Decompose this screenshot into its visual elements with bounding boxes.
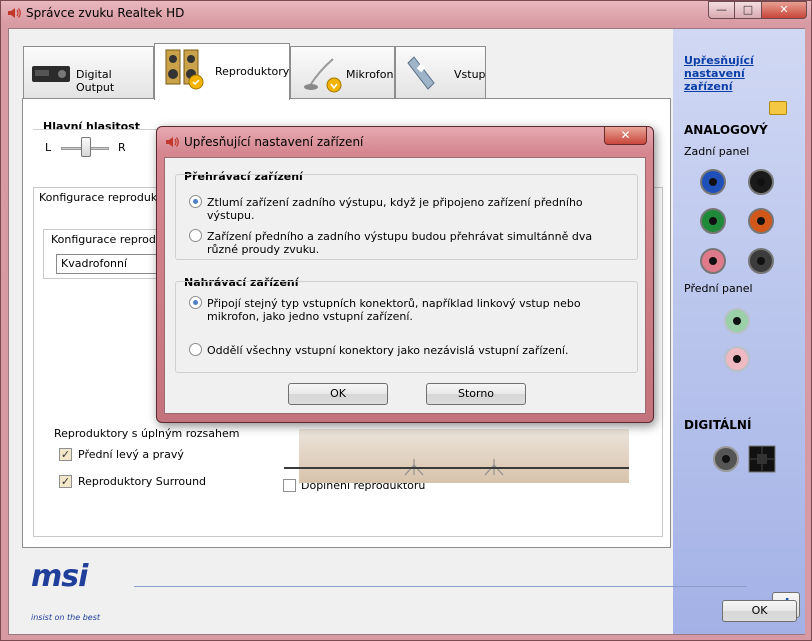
- recording-section: [175, 281, 638, 373]
- advanced-settings-link[interactable]: Upřesňující nastavení zařízení: [684, 54, 794, 93]
- back-panel-label: Zadní panel: [684, 145, 750, 158]
- dialog-ok-button[interactable]: OK: [288, 383, 388, 405]
- brand-tagline: insist on the best: [31, 613, 101, 622]
- divider: [33, 129, 173, 130]
- digital-header: DIGITÁLNÍ: [684, 418, 752, 432]
- front-lr-checkbox[interactable]: ✓: [59, 448, 72, 461]
- tab-mikrofon[interactable]: Mikrofon: [290, 46, 395, 98]
- jack-gray[interactable]: [748, 248, 774, 274]
- jack-black[interactable]: [748, 169, 774, 195]
- speaker-stage: [299, 429, 629, 483]
- maximize-button[interactable]: □: [735, 1, 762, 19]
- jack-blue[interactable]: [700, 169, 726, 195]
- minimize-button[interactable]: —: [708, 1, 735, 19]
- optical-port-icon[interactable]: [748, 445, 776, 473]
- playback-option-mute-rear[interactable]: [189, 195, 202, 208]
- surround-label: Reproduktory Surround: [78, 475, 207, 488]
- speaker-icon: [8, 8, 21, 18]
- speakers-icon: [165, 49, 204, 90]
- folder-icon[interactable]: [769, 101, 787, 115]
- recording-option-label: Oddělí všechny vstupní konektory jako ne…: [207, 344, 569, 357]
- tab-digital-output[interactable]: Digital Output: [23, 46, 154, 98]
- close-button[interactable]: ✕: [762, 1, 807, 19]
- dialog-title: Upřesňující nastavení zařízení: [184, 135, 364, 149]
- recording-option-label: Připojí stejný typ vstupních konektorů, …: [207, 297, 581, 323]
- balance-slider[interactable]: [81, 137, 91, 157]
- dialog-cancel-button[interactable]: Storno: [426, 383, 526, 405]
- front-jack-green[interactable]: [724, 308, 750, 334]
- coaxial-jack[interactable]: [713, 446, 739, 472]
- advanced-settings-dialog: Upřesňující nastavení zařízení ✕ Přehráv…: [156, 126, 654, 423]
- receiver-icon: [32, 66, 70, 82]
- recording-option-separate[interactable]: [189, 343, 202, 356]
- main-ok-button[interactable]: OK: [722, 600, 797, 622]
- tab-reproduktory[interactable]: Reproduktory: [154, 43, 290, 100]
- tab-label: Vstup: [454, 68, 486, 81]
- right-channel-label: R: [118, 141, 126, 154]
- title-bar[interactable]: Správce zvuku Realtek HD — □ ✕: [1, 1, 812, 27]
- jack-pink[interactable]: [700, 248, 726, 274]
- tab-label: Mikrofon: [346, 68, 394, 81]
- front-lr-label: Přední levý a pravý: [78, 448, 184, 461]
- jack-green[interactable]: [700, 208, 726, 234]
- tab-label: Reproduktory: [215, 65, 290, 78]
- playback-option-label: Zařízení předního a zadního výstupu budo…: [207, 230, 593, 256]
- stage-floor-line: [284, 467, 629, 469]
- jack-orange[interactable]: [748, 208, 774, 234]
- analog-header: ANALOGOVÝ: [684, 123, 768, 137]
- playback-option-simultaneous[interactable]: [189, 229, 202, 242]
- speaker-fill-checkbox[interactable]: [283, 479, 296, 492]
- front-panel-label: Přední panel: [684, 282, 753, 295]
- playback-option-label: Ztlumí zařízení zadního výstupu, když je…: [207, 196, 583, 222]
- left-channel-label: L: [45, 141, 52, 154]
- microphone-icon: [304, 58, 342, 93]
- speaker-icon: [166, 137, 179, 147]
- connector-sidebar: Upřesňující nastavení zařízení ANALOGOVÝ…: [673, 29, 805, 634]
- recording-option-combine[interactable]: [189, 296, 202, 309]
- input-device-icon: [407, 56, 435, 90]
- master-volume-label: Hlavní hlasitost: [43, 120, 140, 133]
- front-jack-pink[interactable]: [724, 346, 750, 372]
- tab-vstup[interactable]: Vstup: [395, 46, 486, 98]
- window-title: Správce zvuku Realtek HD: [26, 6, 185, 20]
- dialog-close-button[interactable]: ✕: [604, 127, 647, 145]
- surround-checkbox[interactable]: ✓: [59, 475, 72, 488]
- footer-divider: [134, 586, 747, 587]
- fullrange-label: Reproduktory s úplným rozsahem: [54, 427, 240, 440]
- dialog-body: Přehrávací zařízení Ztlumí zařízení zadn…: [164, 157, 646, 414]
- tab-label: Digital Output: [76, 68, 115, 94]
- brand-logo: msi: [31, 559, 88, 594]
